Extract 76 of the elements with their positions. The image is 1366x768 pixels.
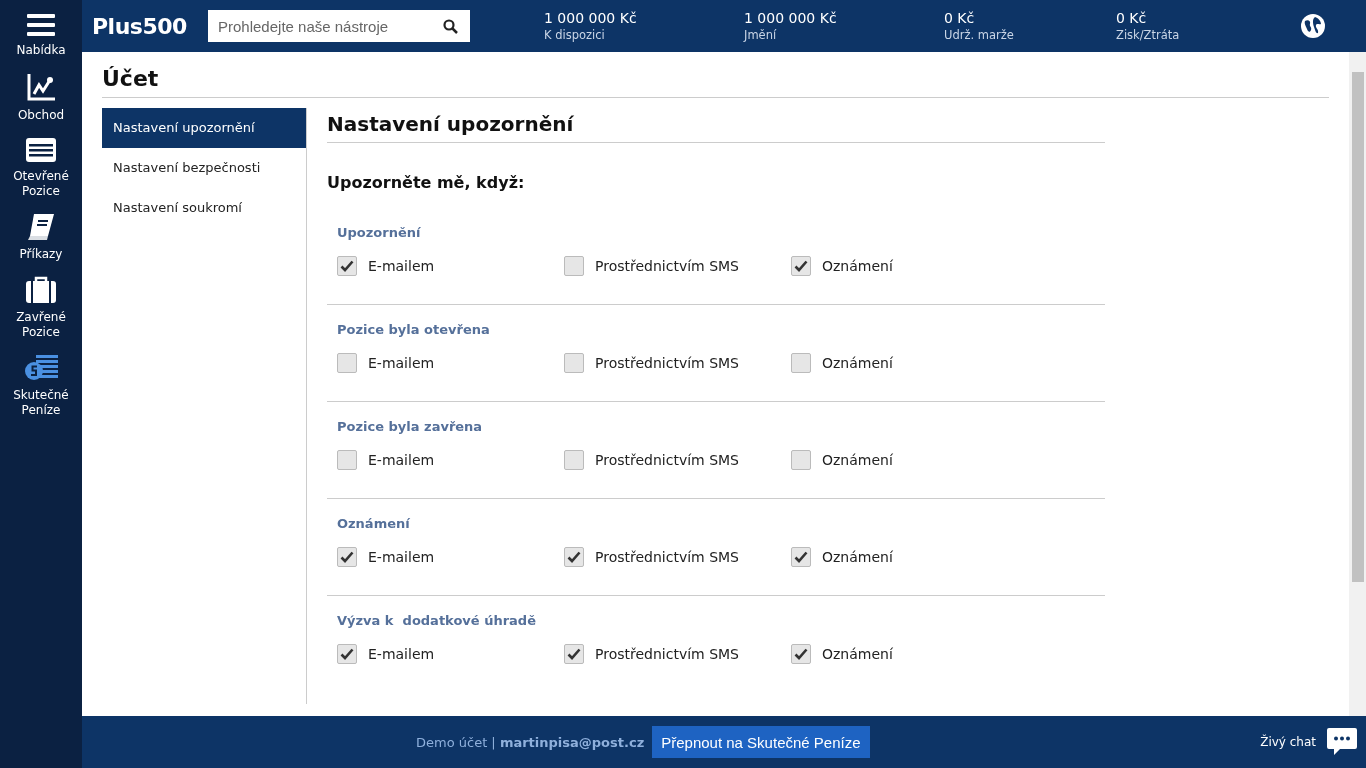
settings-menu-item[interactable]: Nastavení bezpečnosti — [102, 148, 306, 188]
scrollbar-thumb[interactable] — [1351, 72, 1364, 582]
live-chat-label[interactable]: Živý chat — [1260, 735, 1316, 749]
checkbox-label: E-mailem — [368, 258, 435, 274]
nav-item[interactable]: Zavřené Pozice — [0, 276, 82, 340]
stat-label: Zisk/Ztráta — [1116, 28, 1181, 42]
checkbox-label: Oznámení — [822, 258, 893, 274]
checkbox-label: E-mailem — [368, 549, 435, 565]
checkbox[interactable] — [791, 644, 811, 664]
checkbox[interactable] — [337, 644, 357, 664]
group-title: Pozice byla otevřena — [337, 322, 491, 337]
search-field[interactable]: Prohledejte naše nástroje — [208, 10, 470, 42]
settings-menu-item[interactable]: Nastavení soukromí — [102, 188, 306, 228]
stat-label: K dispozici — [544, 28, 606, 42]
checkbox[interactable] — [337, 450, 357, 470]
stat-label: Jmění — [744, 28, 778, 42]
checkbox-label: Oznámení — [822, 355, 893, 371]
scrollbar[interactable] — [1349, 52, 1366, 716]
nav-label: Obchod — [16, 108, 66, 123]
briefcase-icon — [25, 276, 57, 304]
checkbox-label: Oznámení — [822, 549, 893, 565]
coin-stack-icon — [24, 354, 58, 382]
nav-label: Příkazy — [18, 247, 64, 262]
stat-value: 0 Kč — [1116, 10, 1148, 26]
stat-value: 1 000 000 Kč — [744, 10, 838, 26]
checkbox[interactable] — [564, 450, 584, 470]
nav-item[interactable]: Nabídka — [0, 13, 82, 58]
settings-menu-item[interactable]: Nastavení upozornění — [102, 108, 306, 148]
nav-item[interactable]: Příkazy — [0, 213, 82, 262]
checkbox-label: Prostřednictvím SMS — [595, 646, 739, 662]
checkbox[interactable] — [564, 256, 584, 276]
chat-bubble-icon[interactable] — [1326, 727, 1358, 757]
group-title: Oznámení — [337, 516, 411, 531]
nav-item[interactable]: Obchod — [0, 72, 82, 123]
checkbox[interactable] — [337, 353, 357, 373]
checkbox[interactable] — [791, 547, 811, 567]
menu-icon — [27, 13, 55, 37]
list-icon — [25, 137, 57, 163]
stat-label: Udrž. marže — [944, 28, 1015, 42]
nav-item[interactable]: Otevřené Pozice — [0, 137, 82, 199]
book-icon — [26, 213, 56, 241]
checkbox-label: E-mailem — [368, 355, 435, 371]
line-chart-icon — [26, 72, 56, 102]
checkbox[interactable] — [791, 450, 811, 470]
checkbox-label: Oznámení — [822, 646, 893, 662]
stat-value: 0 Kč — [944, 10, 976, 26]
account-info: Demo účet | martinpisa@post.cz — [416, 734, 645, 750]
group-title: Výzva k dodatkové úhradě — [337, 613, 537, 628]
logo: Plus500 — [92, 13, 188, 39]
group-title: Pozice byla zavřena — [337, 419, 484, 434]
group-title: Upozornění — [337, 225, 422, 240]
checkbox-label: Prostřednictvím SMS — [595, 258, 739, 274]
checkbox-label: Prostřednictvím SMS — [595, 452, 739, 468]
checkbox-label: E-mailem — [368, 452, 435, 468]
checkbox-label: Oznámení — [822, 452, 893, 468]
checkbox[interactable] — [337, 547, 357, 567]
checkbox[interactable] — [564, 353, 584, 373]
stat-value: 1 000 000 Kč — [544, 10, 638, 26]
nav-label: Otevřené Pozice — [12, 169, 70, 199]
nav-item[interactable]: Skutečné Peníze — [0, 354, 82, 418]
nav-label: Zavřené Pozice — [15, 310, 67, 340]
nav-label: Skutečné Peníze — [12, 388, 70, 418]
panel-title: Nastavení upozornění — [327, 112, 1105, 143]
switch-account-button[interactable]: Přepnout na Skutečné Peníze — [652, 726, 870, 758]
subtitle: Upozorněte mě, když: — [327, 173, 526, 192]
checkbox-label: Prostřednictvím SMS — [595, 549, 739, 565]
checkbox-label: E-mailem — [368, 646, 435, 662]
checkbox[interactable] — [791, 353, 811, 373]
nav-label: Nabídka — [15, 43, 67, 58]
page-title: Účet — [102, 66, 1329, 98]
checkbox-label: Prostřednictvím SMS — [595, 355, 739, 371]
checkbox[interactable] — [337, 256, 357, 276]
checkbox[interactable] — [564, 547, 584, 567]
checkbox[interactable] — [791, 256, 811, 276]
checkbox[interactable] — [564, 644, 584, 664]
search-icon — [443, 19, 458, 34]
